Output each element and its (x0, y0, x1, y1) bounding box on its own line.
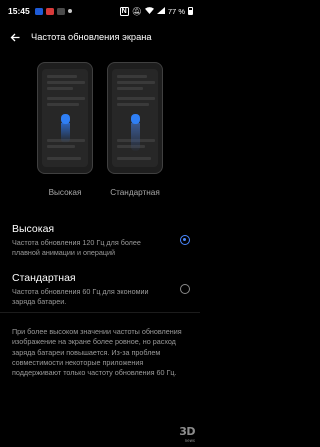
arrow-left-icon (10, 30, 20, 45)
preview-line (117, 87, 143, 90)
touch-indicator (60, 114, 70, 124)
preview-line (47, 81, 85, 84)
notification-app-icon (56, 7, 65, 15)
preview-line (47, 103, 79, 106)
option-title: Стандартная (12, 272, 76, 284)
touch-indicator (130, 114, 140, 124)
back-button[interactable] (0, 26, 30, 48)
notification-app-icon (45, 7, 54, 15)
option-description: Частота обновления 60 Гц для экономии за… (12, 287, 149, 306)
wifi-icon (144, 6, 154, 16)
watermark-logo: 3D news (179, 425, 195, 443)
option-standard[interactable]: Стандартная Частота обновления 60 Гц для… (12, 272, 190, 307)
mute-icon: 🔕︎ (131, 6, 142, 16)
preview-line (117, 103, 149, 106)
preview-line (47, 75, 77, 78)
option-description: Частота обновления 120 Гц для более плав… (12, 238, 141, 257)
preview-line (47, 145, 75, 148)
notification-dot-icon (67, 9, 72, 13)
battery-percent: 77 % (167, 6, 185, 16)
status-bar: 15:45 N 🔕︎ 77 % (0, 0, 200, 22)
signal-icon (156, 6, 165, 16)
status-time: 15:45 (8, 6, 30, 16)
option-high[interactable]: Высокая Частота обновления 120 Гц для бо… (12, 223, 190, 258)
preview-line (117, 97, 155, 100)
preview-standard-phone[interactable] (107, 62, 163, 174)
preview-line (47, 97, 85, 100)
watermark-sub: news (184, 438, 195, 443)
motion-trail (130, 123, 140, 151)
notification-app-icon (34, 7, 43, 15)
radio-unselected-icon[interactable] (180, 284, 190, 294)
preview-line (47, 87, 73, 90)
preview-line (117, 81, 155, 84)
radio-selected-icon[interactable] (180, 235, 190, 245)
motion-trail (60, 123, 70, 143)
preview-line (47, 157, 81, 160)
option-title: Высокая (12, 223, 55, 235)
nfc-icon: N (119, 6, 129, 16)
battery-icon (188, 7, 193, 15)
info-note: При более высоком значении частоты обнов… (12, 327, 182, 378)
preview-line (117, 75, 147, 78)
divider (0, 312, 200, 313)
preview-high-phone[interactable] (37, 62, 93, 174)
preview-standard-label: Стандартная (110, 188, 160, 197)
page-title: Частота обновления экрана (31, 32, 152, 42)
app-bar: Частота обновления экрана (0, 26, 200, 48)
preview-line (117, 157, 151, 160)
watermark-main: 3D (179, 425, 195, 438)
preview-high-label: Высокая (48, 188, 82, 197)
